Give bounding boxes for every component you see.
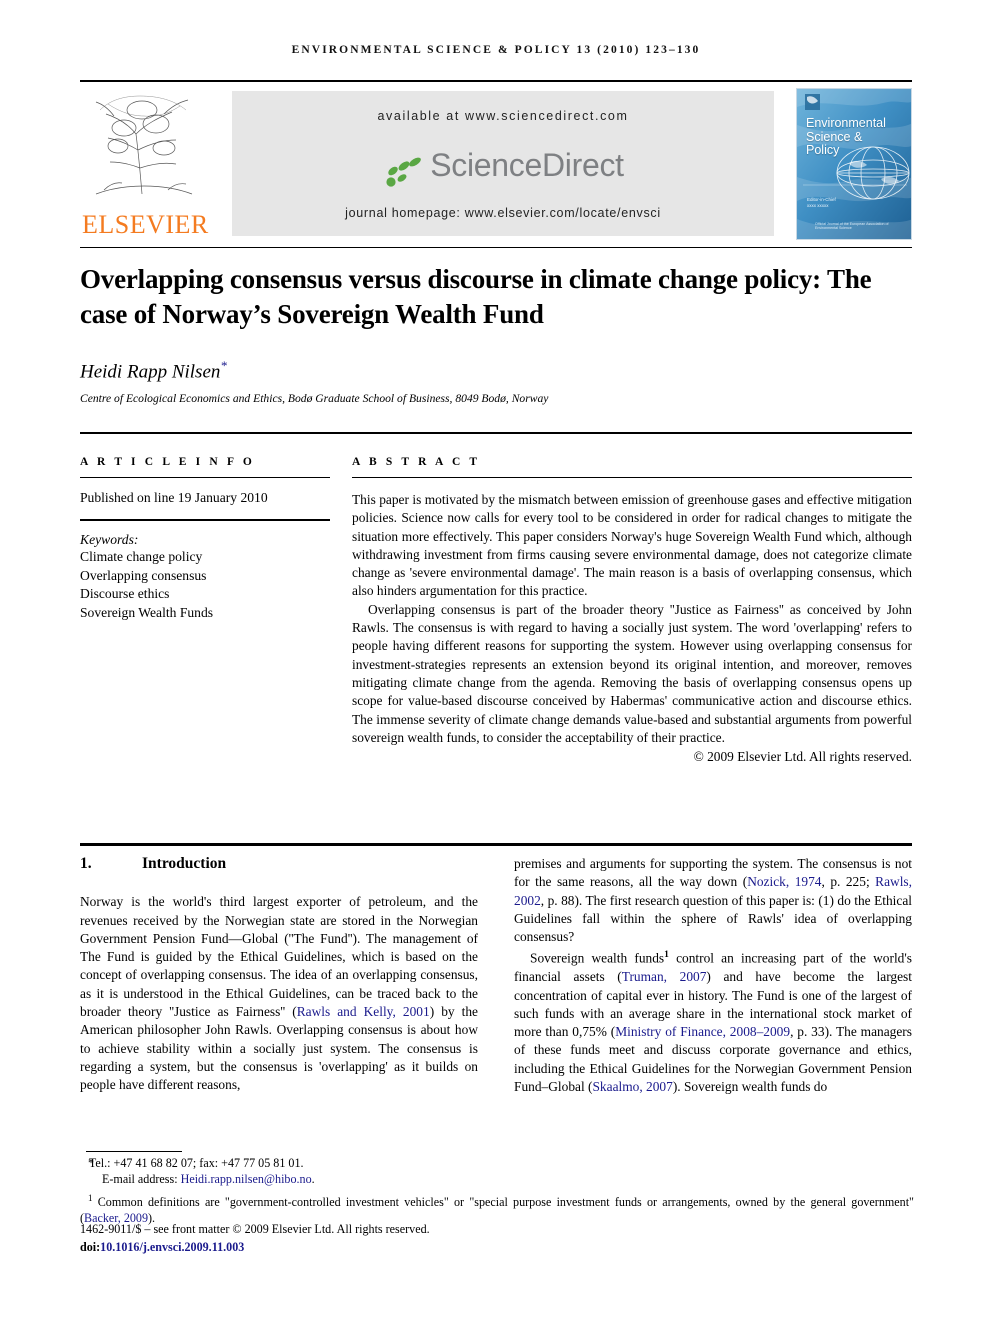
author-name: Heidi Rapp Nilsen* — [80, 358, 227, 383]
elsevier-logo: ELSEVIER — [80, 88, 208, 240]
citation-link[interactable]: Skaalmo, 2007 — [592, 1079, 672, 1094]
footnote-email: E-mail address: Heidi.rapp.nilsen@hibo.n… — [102, 1172, 315, 1187]
article-history: Published on line 19 January 2010 — [80, 490, 268, 505]
journal-banner: ELSEVIER available at www.sciencedirect.… — [80, 88, 912, 240]
author-label: Heidi Rapp Nilsen — [80, 361, 221, 383]
abstract-column: A B S T R A C T This paper is motivated … — [352, 456, 912, 765]
doi-line: doi:10.1016/j.envsci.2009.11.003 — [80, 1240, 244, 1255]
footnote-rule — [86, 1151, 182, 1152]
body-column-right: premises and arguments for supporting th… — [514, 855, 912, 1096]
sciencedirect-box: available at www.sciencedirect.com Scien… — [232, 91, 774, 236]
body-rule — [80, 843, 912, 846]
abstract-divider — [352, 477, 912, 478]
paragraph-text: Sovereign wealth funds — [530, 950, 665, 966]
citation-link[interactable]: Ministry of Finance, 2008–2009 — [615, 1024, 790, 1039]
footnote-one-text: Common definitions are "government-contr… — [80, 1194, 914, 1226]
paragraph-text: , p. 225; — [821, 874, 876, 890]
cover-editor-block: Editor-in-Chief xxxx xxxxx — [807, 197, 836, 209]
section-heading-introduction: 1. Introduction — [80, 855, 478, 873]
doi-label: doi: — [80, 1240, 101, 1254]
footnotes-block: * Tel.: +47 41 68 82 07; fax: +47 77 05 … — [80, 1155, 914, 1227]
cover-artwork — [797, 89, 911, 239]
info-rule — [80, 432, 912, 434]
running-head: ENVIRONMENTAL SCIENCE & POLICY 13 (2010)… — [291, 44, 701, 56]
body-paragraph: Sovereign wealth funds1 control an incre… — [514, 946, 912, 1096]
abstract-heading: A B S T R A C T — [352, 456, 481, 468]
article-info-heading: A R T I C L E I N F O — [80, 456, 255, 468]
cover-title: Environmental Science & Policy — [806, 116, 886, 158]
cover-footer-note: Official Journal of the European Associa… — [815, 222, 889, 230]
cover-editor-name: xxxx xxxxx — [807, 203, 829, 208]
footnote-star-marker: * — [88, 1156, 95, 1170]
abstract-paragraph: This paper is motivated by the mismatch … — [352, 492, 912, 599]
keyword-item: Overlapping consensus — [80, 567, 207, 583]
body-paragraph: Norway is the world's third largest expo… — [80, 893, 478, 1094]
cover-title-line2: Science & — [806, 129, 863, 144]
title-rule — [80, 247, 912, 248]
copyright-line: © 2009 Elsevier Ltd. All rights reserved… — [693, 749, 912, 765]
citation-link[interactable]: Truman, 2007 — [622, 969, 707, 984]
footnote-one-marker: 1 — [88, 1192, 93, 1203]
paragraph-text: Norway is the world's third largest expo… — [80, 894, 478, 1020]
affiliation: Centre of Ecological Economics and Ethic… — [80, 392, 549, 405]
paragraph-text: , p. 88). The first research question of… — [514, 892, 912, 945]
body-paragraph: premises and arguments for supporting th… — [514, 855, 912, 946]
sciencedirect-leaf-icon — [386, 157, 422, 187]
keyword-item: Climate change policy — [80, 549, 203, 564]
citation-link[interactable]: Rawls and Kelly, 2001 — [297, 1004, 430, 1019]
issn-front-matter: 1462-9011/$ – see front matter © 2009 El… — [80, 1222, 430, 1236]
keyword-item: Sovereign Wealth Funds — [80, 604, 214, 620]
elsevier-wordmark: ELSEVIER — [82, 210, 209, 239]
doi-link[interactable]: 10.1016/j.envsci.2009.11.003 — [100, 1240, 244, 1254]
section-title: Introduction — [142, 855, 227, 872]
sciencedirect-wordmark: ScienceDirect — [430, 147, 624, 183]
paragraph-text: ). Sovereign wealth funds do — [672, 1079, 828, 1095]
article-page: ENVIRONMENTAL SCIENCE & POLICY 13 (2010)… — [0, 0, 992, 1323]
footnote-tel-text: Tel.: +47 41 68 82 07; fax: +47 77 05 81… — [88, 1156, 304, 1170]
section-number: 1. — [80, 855, 92, 872]
body-column-left: 1. Introduction Norway is the world's thi… — [80, 855, 478, 1095]
email-label: E-mail address: — [102, 1172, 178, 1187]
email-link[interactable]: Heidi.rapp.nilsen@hibo.no — [181, 1172, 312, 1186]
journal-cover-thumbnail: Environmental Science & Policy Editor-in… — [796, 88, 912, 240]
cover-title-line3: Policy — [806, 143, 840, 157]
keyword-item: Discourse ethics — [80, 586, 170, 602]
page-title: Overlapping consensus versus discourse i… — [80, 264, 872, 329]
keywords-heading: Keywords: — [80, 532, 139, 547]
abstract-paragraph: Overlapping consensus is part of the bro… — [352, 601, 912, 745]
footnote-tel: * Tel.: +47 41 68 82 07; fax: +47 77 05 … — [80, 1155, 914, 1171]
abstract-body: This paper is motivated by the mismatch … — [352, 491, 912, 747]
sciencedirect-logo: ScienceDirect — [232, 147, 774, 193]
info-divider-bottom — [80, 519, 330, 521]
author-footnote-marker[interactable]: * — [220, 358, 227, 373]
elsevier-tree-icon — [95, 95, 193, 195]
header-rule — [80, 80, 912, 82]
info-divider-top — [80, 477, 330, 478]
available-at-text: available at www.sciencedirect.com — [377, 109, 629, 123]
article-info-column: A R T I C L E I N F O Published on line … — [80, 456, 330, 622]
citation-link[interactable]: Nozick, 1974 — [747, 874, 821, 889]
journal-homepage-text: journal homepage: www.elsevier.com/locat… — [345, 206, 661, 220]
cover-title-line1: Environmental — [806, 116, 886, 130]
